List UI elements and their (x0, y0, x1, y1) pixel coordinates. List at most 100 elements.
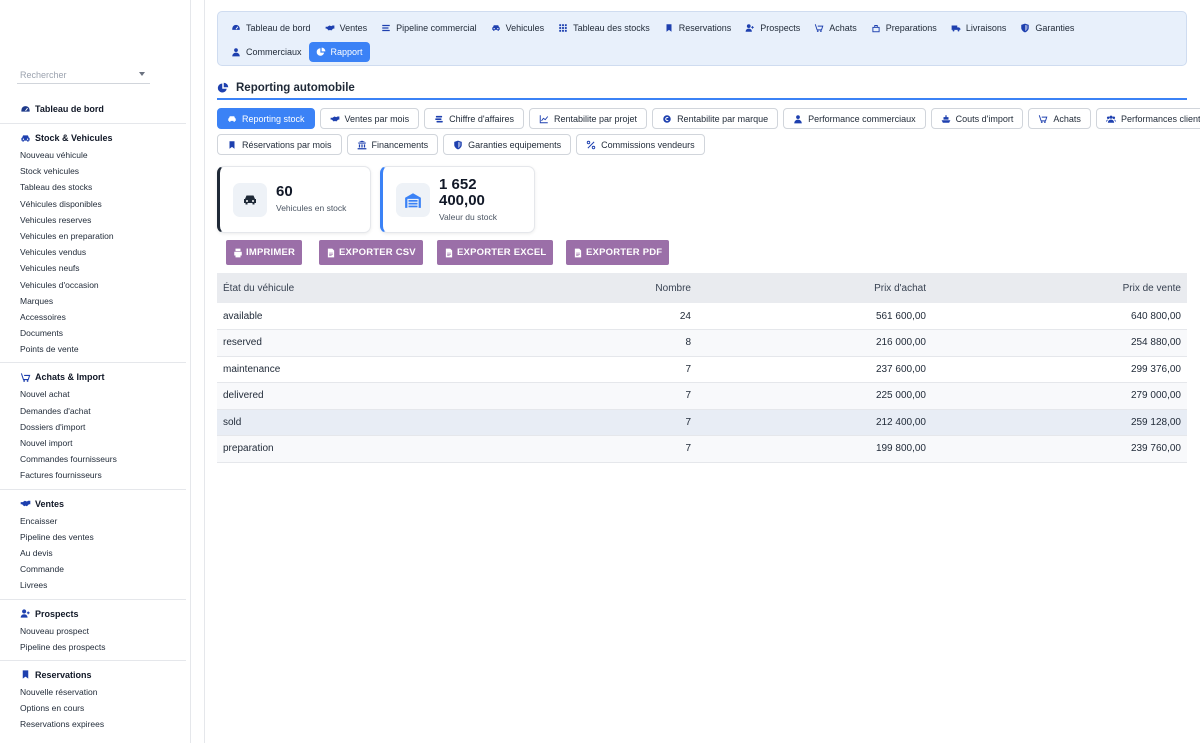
sidebar-item[interactable]: Nouveau prospect (0, 623, 186, 639)
stat-value: 1 652 400,00 (439, 177, 485, 209)
tab-couts-import[interactable]: Couts d'import (930, 108, 1024, 129)
nav-garanties[interactable]: Garanties (1013, 18, 1081, 38)
nav-ventes[interactable]: Ventes (318, 18, 375, 38)
user-icon (231, 47, 241, 57)
nav-achats[interactable]: Achats (807, 18, 864, 38)
sidebar-item[interactable]: Vehicules reserves (0, 212, 186, 228)
table-cell: 239 760,00 (932, 435, 1187, 463)
nav-tableau-de-bord[interactable]: Tableau de bord (224, 18, 318, 38)
sidebar-item[interactable]: Encaisser (0, 513, 186, 529)
chevron-down-icon (139, 72, 145, 76)
sidebar-item[interactable]: Marques (0, 293, 186, 309)
sidebar-item[interactable]: Pipeline des prospects (0, 639, 186, 655)
nav-rapport[interactable]: Rapport (308, 42, 370, 62)
sidebar-item[interactable]: Demandes d'achat (0, 403, 186, 419)
tab-performances-clients[interactable]: Performances clients (1095, 108, 1200, 129)
sidebar-item-label: Tableau de bord (35, 104, 104, 114)
column-header[interactable]: Prix de vente (932, 273, 1187, 303)
table-cell: 7 (547, 382, 697, 410)
sidebar-item[interactable]: Vehicules vendus (0, 244, 186, 260)
nav-prospects[interactable]: Prospects (738, 18, 807, 38)
list-icon (381, 23, 391, 33)
sidebar-item[interactable]: Nouvelle réservation (0, 684, 186, 700)
handshake-icon (20, 498, 31, 509)
print-button[interactable]: IMPRIMER (226, 240, 303, 265)
sidebar-section-ventes: Ventes Encaisser Pipeline des ventes Au … (0, 490, 186, 600)
table-row: available 24 561 600,00 640 800,00 (217, 303, 1187, 330)
nav-label: Vehicules (505, 23, 545, 33)
column-header[interactable]: Nombre (547, 273, 697, 303)
stat-icon-box (233, 183, 267, 217)
sidebar-item[interactable]: Vehicules neufs (0, 260, 186, 276)
sidebar-item[interactable]: Nouvel achat (0, 386, 186, 402)
nav-pipeline-commercial[interactable]: Pipeline commercial (374, 18, 484, 38)
tab-label: Rentabilite par projet (554, 113, 638, 124)
column-header[interactable]: État du véhicule (217, 273, 547, 303)
sidebar-item[interactable]: Vehicules en preparation (0, 228, 186, 244)
table-cell: 279 000,00 (932, 382, 1187, 410)
sidebar-item[interactable]: Véhicules disponibles (0, 196, 186, 212)
sidebar-item[interactable]: Nouvel import (0, 435, 186, 451)
export-pdf-button[interactable]: EXPORTER PDF (566, 240, 670, 265)
report-tabs: Reporting stock Ventes par mois Chiffre … (217, 108, 1200, 160)
tab-achats[interactable]: Achats (1028, 108, 1091, 129)
nav-livraisons[interactable]: Livraisons (944, 18, 1014, 38)
tab-financements[interactable]: Financements (346, 134, 439, 155)
percent-icon (586, 140, 596, 150)
tab-garanties-equipements[interactable]: Garanties equipements (443, 134, 572, 155)
sidebar-item[interactable]: Stock vehicules (0, 163, 186, 179)
stat-label: Vehicules en stock (276, 203, 347, 213)
sidebar-section-title[interactable]: Reservations (0, 666, 186, 684)
nav-vehicules[interactable]: Vehicules (484, 18, 552, 38)
sidebar-item[interactable]: Nouveau véhicule (0, 147, 186, 163)
nav-label: Reservations (678, 23, 732, 33)
nav-preparations[interactable]: Preparations (864, 18, 944, 38)
sidebar-section-title[interactable]: Ventes (0, 495, 186, 513)
stat-label: Valeur du stock (439, 212, 497, 222)
sidebar-section-title[interactable]: Stock & Vehicules (0, 129, 186, 147)
sidebar-item[interactable]: Dossiers d'import (0, 419, 186, 435)
nav-reservations[interactable]: Reservations (657, 18, 739, 38)
sidebar-item[interactable]: Commandes fournisseurs (0, 451, 186, 467)
tab-rentabilite-marque[interactable]: Rentabilite par marque (652, 108, 779, 129)
nav-label: Tableau de bord (246, 23, 311, 33)
stat-card-valeur-stock: 1 652 400,00 Valeur du stock (380, 166, 535, 233)
sidebar-section-achats: Achats & Import Nouvel achat Demandes d'… (0, 363, 186, 490)
nav-commerciaux[interactable]: Commerciaux (224, 42, 309, 62)
sidebar-item[interactable]: Reservations expirees (0, 716, 186, 732)
sidebar-item[interactable]: Options en cours (0, 700, 186, 716)
export-csv-button[interactable]: EXPORTER CSV (319, 240, 423, 265)
nav-label: Achats (829, 23, 857, 33)
table-cell: delivered (217, 382, 547, 410)
sidebar-item-dashboard[interactable]: Tableau de bord (0, 100, 186, 118)
tab-chiffre-affaires[interactable]: Chiffre d'affaires (424, 108, 524, 129)
tab-reporting-stock[interactable]: Reporting stock (217, 108, 315, 129)
table-cell: 7 (547, 409, 697, 436)
tab-reservations-par-mois[interactable]: Réservations par mois (217, 134, 342, 155)
export-excel-button[interactable]: EXPORTER EXCEL (437, 240, 554, 265)
sidebar-item[interactable]: Commande (0, 561, 186, 577)
sidebar-item[interactable]: Au devis (0, 545, 186, 561)
sidebar-item[interactable]: Points de vente (0, 341, 186, 357)
sidebar-search-select[interactable]: Rechercher (17, 67, 150, 84)
column-header[interactable]: Prix d'achat (697, 273, 932, 303)
sidebar-item[interactable]: Tableau des stocks (0, 179, 186, 195)
dashboard-icon (231, 23, 241, 33)
nav-tableau-des-stocks[interactable]: Tableau des stocks (551, 18, 657, 38)
table-cell: preparation (217, 435, 547, 463)
nav-label: Preparations (885, 23, 937, 33)
tab-ventes-par-mois[interactable]: Ventes par mois (319, 108, 420, 129)
sidebar-item[interactable]: Accessoires (0, 309, 186, 325)
tab-rentabilite-projet[interactable]: Rentabilite par projet (529, 108, 648, 129)
tab-performance-commerciaux[interactable]: Performance commerciaux (783, 108, 926, 129)
sidebar-item[interactable]: Documents (0, 325, 186, 341)
sidebar-item[interactable]: Pipeline des ventes (0, 529, 186, 545)
nav-label: Rapport (330, 47, 363, 57)
button-label: IMPRIMER (246, 247, 296, 258)
sidebar-section-title[interactable]: Prospects (0, 605, 186, 623)
sidebar-section-title[interactable]: Achats & Import (0, 368, 186, 386)
tab-commissions-vendeurs[interactable]: Commissions vendeurs (576, 134, 705, 155)
sidebar-item[interactable]: Factures fournisseurs (0, 467, 186, 483)
sidebar-item[interactable]: Livrees (0, 577, 186, 593)
sidebar-item[interactable]: Vehicules d'occasion (0, 277, 186, 293)
